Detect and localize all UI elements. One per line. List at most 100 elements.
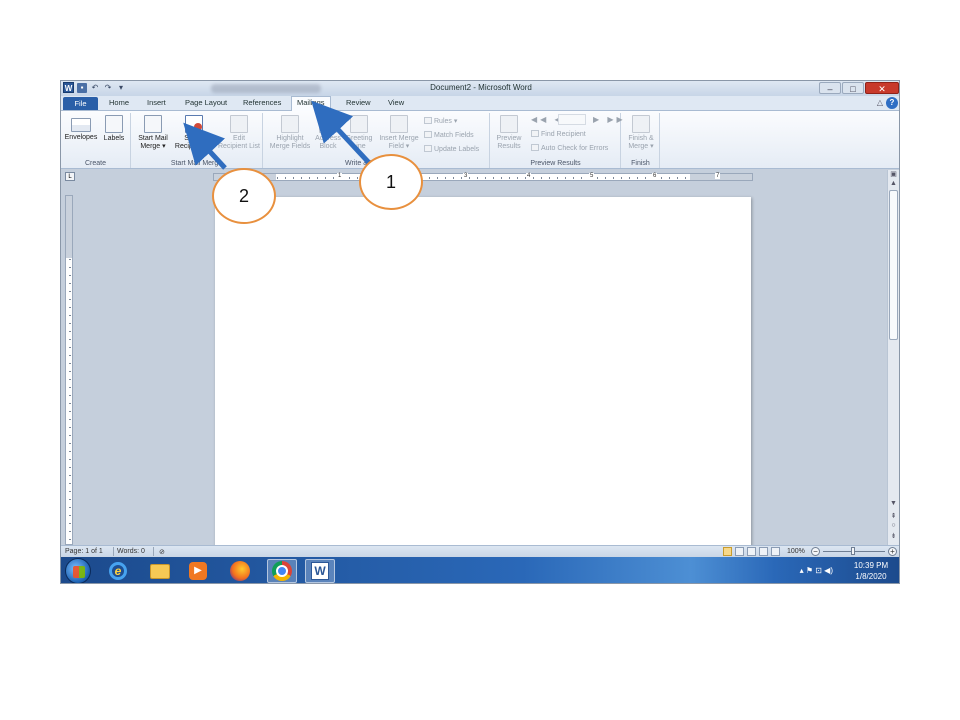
labels-icon (105, 115, 123, 133)
document-page[interactable] (215, 197, 751, 547)
media-player-icon[interactable]: ▶ (183, 559, 213, 583)
ie-logo: e (109, 562, 127, 580)
start-button-icon[interactable] (65, 558, 91, 583)
maximize-icon[interactable]: □ (842, 82, 864, 94)
tab-file[interactable]: File (63, 97, 98, 110)
group-label-finish: Finish (631, 160, 650, 167)
zoom-level[interactable]: 100% (787, 548, 805, 555)
status-divider (153, 547, 154, 556)
preview-label-1: Preview (496, 135, 522, 142)
word-window: W ▪ ↶ ↷ ▾ Document2 - Microsoft Word – □… (60, 80, 900, 584)
ribbon: Envelopes Labels Create Start Mail Merge… (61, 111, 899, 169)
auto-check-icon (531, 144, 539, 151)
firefox-logo (230, 561, 250, 581)
tab-review[interactable]: Review (346, 98, 371, 107)
address-label-2: Block (319, 143, 337, 150)
ruler-mark: 1 (337, 173, 343, 179)
insert-merge-field-icon (390, 115, 408, 133)
select-recipients-icon (185, 115, 203, 133)
next-page-icon[interactable]: ⇟ (889, 532, 898, 540)
page-count[interactable]: Page: 1 of 1 (65, 548, 103, 555)
greeting-line-icon (350, 115, 368, 133)
greeting-label-1: Greeting (345, 135, 373, 142)
horizontal-ruler[interactable]: 1 2 3 4 5 6 7 (213, 173, 753, 181)
address-block-icon (319, 115, 337, 133)
callout-2: 2 (212, 168, 276, 224)
highlight-merge-fields-button[interactable]: Highlight Merge Fields (266, 115, 314, 151)
previous-page-icon[interactable]: ⇞ (889, 512, 898, 520)
scroll-down-icon[interactable]: ▼ (889, 500, 898, 507)
tab-insert[interactable]: Insert (147, 98, 166, 107)
web-layout-icon[interactable] (747, 547, 756, 556)
tab-mailings[interactable]: Mailings (291, 96, 331, 111)
group-create: Envelopes Labels Create (61, 113, 131, 168)
ruler-mark: 6 (652, 173, 658, 179)
print-layout-icon[interactable] (723, 547, 732, 556)
chrome-icon[interactable] (267, 559, 297, 583)
vertical-scrollbar[interactable]: ▣ ▲ ▼ ⇞ ○ ⇟ (887, 170, 899, 545)
edit-recipient-list-button[interactable]: Edit Recipient List (215, 115, 263, 151)
labels-label: Labels (103, 135, 125, 142)
browse-object-icon[interactable]: ○ (889, 522, 898, 529)
status-bar: Page: 1 of 1 Words: 0 ⊘ 100% − + (61, 545, 899, 557)
help-icon[interactable]: ? (886, 97, 898, 109)
top-margin-area (66, 196, 72, 258)
edit-recipient-label-2: Recipient List (217, 143, 261, 150)
preview-results-button[interactable]: Preview Results (493, 115, 525, 151)
full-screen-reading-icon[interactable] (735, 547, 744, 556)
update-labels-label: Update Labels (434, 146, 480, 153)
tab-selector-icon[interactable]: L (65, 172, 75, 181)
tray-icons[interactable]: ▴ ⚑ ⊡ ◀) (800, 566, 833, 575)
update-labels-button[interactable]: Update Labels (424, 145, 479, 153)
record-number-input[interactable] (558, 114, 586, 125)
ruler-mark: 7 (715, 173, 721, 179)
group-label-preview-results: Preview Results (530, 160, 581, 167)
folder-shape (150, 563, 170, 579)
zoom-out-icon[interactable]: − (811, 547, 820, 556)
scrollbar-thumb[interactable] (889, 190, 898, 340)
word-count[interactable]: Words: 0 (117, 548, 145, 555)
tab-page-layout[interactable]: Page Layout (185, 98, 227, 107)
greeting-line-button[interactable]: Greeting Line (342, 115, 376, 151)
finish-merge-button[interactable]: Finish & Merge ▾ (624, 115, 658, 151)
title-bar: W ▪ ↶ ↷ ▾ Document2 - Microsoft Word – □… (61, 81, 899, 96)
outline-icon[interactable] (759, 547, 768, 556)
scroll-up-icon[interactable]: ▲ (889, 180, 898, 187)
internet-explorer-icon[interactable]: e (103, 559, 133, 583)
draft-icon[interactable] (771, 547, 780, 556)
minimize-icon[interactable]: – (819, 82, 841, 94)
proofing-icon[interactable]: ⊘ (159, 548, 165, 556)
envelopes-button[interactable]: Envelopes (64, 115, 98, 142)
group-label-start-mail-merge: Start Mail Merge (170, 160, 223, 167)
close-icon[interactable]: ✕ (865, 82, 899, 94)
vertical-ruler[interactable] (65, 195, 73, 545)
firefox-icon[interactable] (225, 559, 255, 583)
envelope-icon (71, 118, 91, 132)
tab-references[interactable]: References (243, 98, 281, 107)
next-last-record-icons[interactable]: ▶ ▶▶ (593, 115, 626, 124)
match-fields-button[interactable]: Match Fields (424, 131, 474, 139)
labels-button[interactable]: Labels (101, 115, 127, 143)
tab-view[interactable]: View (388, 98, 404, 107)
minimize-ribbon-icon[interactable]: △ (877, 98, 883, 107)
auto-check-errors-button[interactable]: Auto Check for Errors (531, 144, 608, 152)
tab-home[interactable]: Home (109, 98, 129, 107)
word-taskbar-icon[interactable]: W (305, 559, 335, 583)
auto-check-label: Auto Check for Errors (541, 145, 609, 152)
select-recipients-button[interactable]: Select Recipients ▾ (171, 115, 217, 151)
highlight-label-1: Highlight (276, 135, 304, 142)
insert-merge-field-button[interactable]: Insert Merge Field ▾ (375, 115, 423, 151)
find-recipient-button[interactable]: Find Recipient (531, 130, 586, 138)
address-block-button[interactable]: Address Block (312, 115, 344, 151)
rules-button[interactable]: Rules ▾ (424, 117, 457, 125)
clock[interactable]: 10:39 PM 1/8/2020 (849, 560, 893, 582)
zoom-in-icon[interactable]: + (888, 547, 897, 556)
zoom-slider-knob[interactable] (851, 547, 855, 555)
view-ruler-icon[interactable]: ▣ (889, 170, 898, 178)
match-fields-label: Match Fields (434, 132, 474, 139)
select-recipients-label-2: Recipients ▾ (174, 143, 214, 150)
preview-label-2: Results (497, 143, 521, 150)
file-explorer-icon[interactable] (145, 559, 175, 583)
start-mail-merge-button[interactable]: Start Mail Merge ▾ (134, 115, 172, 151)
ruler-mark: 5 (589, 173, 595, 179)
